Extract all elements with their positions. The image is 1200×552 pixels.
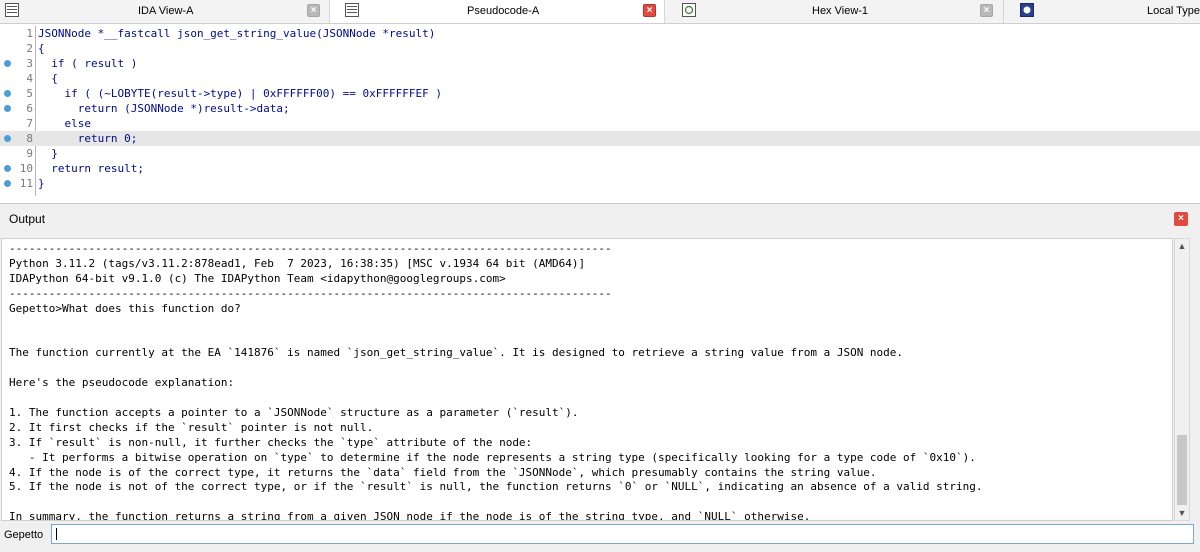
close-tab-icon[interactable]: × (980, 4, 993, 17)
tab-label: Hex View-1 (812, 5, 869, 17)
close-tab-icon[interactable]: × (307, 4, 320, 17)
output-line: The function currently at the EA `141876… (9, 346, 904, 360)
disassembly-icon (5, 3, 19, 17)
tab-local-types[interactable]: Local Types (1004, 0, 1200, 23)
line-number: 7 (26, 117, 33, 130)
code-text: } (38, 147, 58, 160)
output-line: 3. If `result` is non-null, it further c… (9, 435, 533, 449)
tab-label: IDA View-A (138, 5, 194, 17)
hex-view-icon (682, 3, 696, 17)
line-number: 8 (26, 132, 33, 145)
breakpoint-dot-icon[interactable] (4, 105, 11, 112)
text-caret (56, 528, 57, 540)
output-line: In summary, the function returns a strin… (9, 510, 811, 521)
pseudocode-view[interactable]: 1 JSONNode *__fastcall json_get_string_va… (0, 24, 1200, 202)
breakpoint-dot-icon[interactable] (4, 60, 11, 67)
pseudocode-icon (345, 3, 359, 17)
output-line: ----------------------------------------… (9, 286, 612, 300)
line-number: 10 (19, 162, 33, 175)
breakpoint-dot-icon[interactable] (4, 180, 11, 187)
line-number: 4 (26, 72, 33, 85)
code-text: { (38, 42, 45, 55)
code-text: return result; (38, 162, 144, 175)
tab-pseudocode-a[interactable]: Pseudocode-A × (330, 0, 665, 23)
command-input[interactable] (51, 524, 1194, 544)
code-text: return (JSONNode *)result->data; (38, 102, 290, 115)
code-text: if ( result ) (38, 57, 138, 70)
breakpoint-dot-icon[interactable] (4, 135, 11, 142)
scroll-up-icon[interactable]: ▲ (1175, 239, 1189, 253)
output-scrollbar[interactable]: ▲ ▼ (1174, 238, 1190, 521)
line-number: 6 (26, 102, 33, 115)
output-line: Python 3.11.2 (tags/v3.11.2:878ead1, Feb… (9, 256, 586, 270)
line-number: 3 (26, 57, 33, 70)
code-line[interactable]: 7 else (0, 116, 1200, 131)
code-line[interactable]: 10 return result; (0, 161, 1200, 176)
code-line[interactable]: 6 return (JSONNode *)result->data; (0, 101, 1200, 116)
code-line[interactable]: 3 if ( result ) (0, 56, 1200, 71)
close-output-icon[interactable]: × (1174, 212, 1188, 226)
cli-selector-label[interactable]: Gepetto (4, 529, 43, 541)
tab-label: Pseudocode-A (467, 5, 540, 17)
scroll-down-icon[interactable]: ▼ (1175, 506, 1189, 520)
code-text: else (38, 117, 91, 130)
code-line[interactable]: 2{ (0, 41, 1200, 56)
scroll-thumb[interactable] (1177, 435, 1187, 505)
output-text-area[interactable]: ----------------------------------------… (1, 238, 1173, 521)
tab-ida-view-a[interactable]: IDA View-A × (0, 0, 330, 23)
code-line[interactable]: 1 JSONNode *__fastcall json_get_string_va… (0, 26, 1200, 41)
code-line[interactable]: 11} (0, 176, 1200, 191)
close-tab-icon[interactable]: × (643, 4, 656, 17)
output-line: 1. The function accepts a pointer to a `… (9, 405, 579, 419)
output-line: 4. If the node is of the correct type, i… (9, 465, 877, 479)
code-line[interactable]: 8 return 0; (0, 131, 1200, 146)
code-text: if ( (~LOBYTE(result->type) | 0xFFFFFF00… (38, 87, 442, 100)
output-line: - It performs a bitwise operation on `ty… (9, 450, 976, 464)
code-text: { (38, 72, 58, 85)
tab-label: Local Types (1147, 5, 1200, 17)
output-panel: Output × -------------------------------… (0, 203, 1200, 552)
output-title: Output (9, 212, 46, 226)
tab-bar: IDA View-A × Pseudocode-A × Hex View-1 ×… (0, 0, 1200, 24)
code-text: JSONNode *__fastcall json_get_string_val… (38, 27, 436, 40)
tab-hex-view-1[interactable]: Hex View-1 × (665, 0, 1004, 23)
breakpoint-dot-icon[interactable] (4, 90, 11, 97)
code-text: } (38, 177, 45, 190)
output-line: ----------------------------------------… (9, 242, 612, 255)
output-line: Gepetto>What does this function do? (9, 301, 241, 315)
line-number: 1 (26, 27, 33, 40)
line-number: 9 (26, 147, 33, 160)
output-line: Here's the pseudocode explanation: (9, 376, 235, 390)
code-line[interactable]: 4 { (0, 71, 1200, 86)
line-number: 11 (19, 177, 33, 190)
code-line[interactable]: 5 if ( (~LOBYTE(result->type) | 0xFFFFFF… (0, 86, 1200, 101)
output-line: IDAPython 64-bit v9.1.0 (c) The IDAPytho… (9, 271, 506, 285)
line-number: 2 (26, 42, 33, 55)
breakpoint-dot-icon[interactable] (4, 165, 11, 172)
local-types-icon (1020, 3, 1034, 17)
code-text: return 0; (38, 132, 138, 145)
output-line: 2. It first checks if the `result` point… (9, 420, 374, 434)
code-line[interactable]: 9 } (0, 146, 1200, 161)
line-number: 5 (26, 87, 33, 100)
output-line: 5. If the node is not of the correct typ… (9, 480, 983, 494)
